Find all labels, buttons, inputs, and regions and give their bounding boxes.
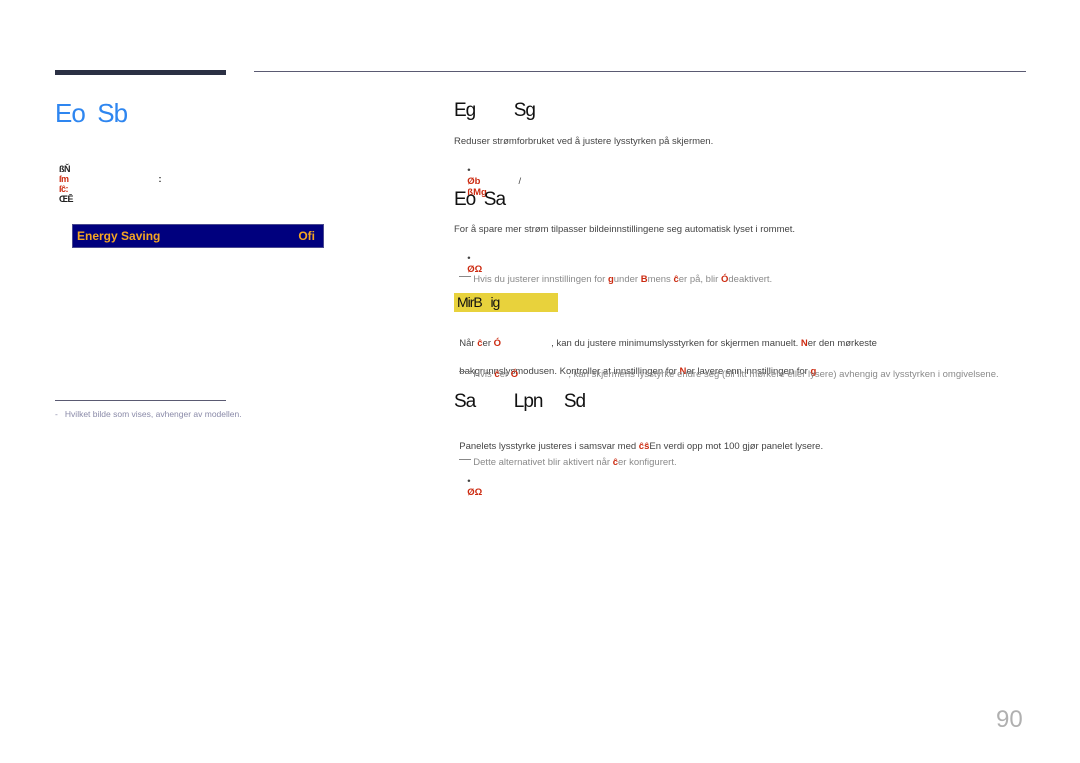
bullet-icon: •: [467, 476, 471, 487]
osd-menu-label: Energy Saving: [77, 229, 161, 243]
menu-path-part: ŒĒ: [59, 194, 74, 204]
page-title: Eo Sb: [55, 98, 128, 128]
section-heading: Sa Lpn Sd: [454, 391, 586, 412]
subsection-heading: MirB ig: [457, 294, 500, 310]
header-rule: [254, 71, 1026, 72]
option-separator: /: [518, 176, 522, 187]
section-energy-saving: Eg Sg: [454, 100, 536, 122]
menu-path-separator: :: [158, 174, 162, 184]
osd-menu-value: Ofi: [298, 229, 315, 243]
section-eco-sensor: Eo Sa: [454, 189, 506, 211]
subsection-banner-min-backlight: MirB ig: [454, 293, 558, 312]
menu-path-part: ſĉ:: [59, 184, 69, 194]
option-list: • ØΩ: [462, 465, 482, 498]
option-value: Øb: [467, 176, 481, 187]
page-number: 90: [996, 706, 1023, 733]
menu-path-part: ßŇ: [59, 164, 71, 174]
section-text: For å spare mer strøm tilpasser bildeinn…: [454, 224, 796, 235]
note: Hvis du justerer innstillingen for gunde…: [454, 263, 772, 285]
osd-menu-item-energy-saving[interactable]: Energy Saving Ofi: [72, 224, 324, 248]
header-accent-bar: [55, 70, 226, 75]
menu-path: ßŇ ſm: ſĉ: ŒĒ: [55, 154, 161, 204]
section-screen-lamp-schedule: Sa Lpn Sd: [454, 391, 586, 413]
option-value: ØΩ: [467, 487, 483, 498]
section-text: Reduser strømforbruket ved å justere lys…: [454, 136, 714, 147]
note-dash-icon: [459, 458, 472, 460]
footnote-rule: [55, 400, 226, 401]
note: Hvis ĉer Ó , kan skjermens lysstyrke end…: [454, 358, 999, 380]
footnote: - Hvilket bilde som vises, avhenger av m…: [55, 409, 242, 419]
section-heading: Eg Sg: [454, 100, 536, 121]
bullet-icon: •: [467, 165, 471, 176]
note-dash-icon: [459, 370, 472, 372]
note: Dette alternativet blir aktivert når ĉer…: [454, 446, 677, 468]
note-dash-icon: [459, 275, 472, 277]
menu-path-part: ſm: [59, 174, 69, 184]
section-heading: Eo Sa: [454, 189, 506, 210]
